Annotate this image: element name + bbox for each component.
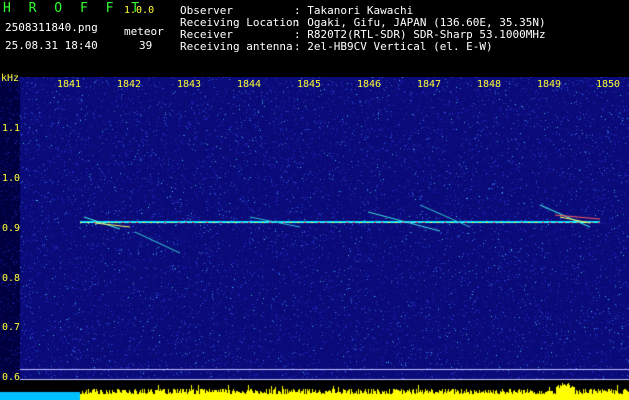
meteor-count: 39 xyxy=(139,39,153,52)
x-tick-1849: 1849 xyxy=(537,79,562,90)
x-tick-1841: 1841 xyxy=(57,79,82,90)
x-tick-1843: 1843 xyxy=(177,79,202,90)
x-tick-1844: 1844 xyxy=(237,79,262,90)
x-tick-1842: 1842 xyxy=(117,79,142,90)
x-tick-1845: 1845 xyxy=(297,79,322,90)
x-tick-1848: 1848 xyxy=(477,79,502,90)
y-unit-label: kHz xyxy=(1,73,20,84)
app-name: H R O F F T xyxy=(3,1,145,16)
y-tick-1-1: 1.1 xyxy=(2,123,21,134)
meteor-label: meteor xyxy=(124,25,164,38)
y-tick-1-0: 1.0 xyxy=(2,173,21,184)
y-tick-0-8: 0.8 xyxy=(2,273,21,284)
antenna-value: : 2el-HB9CV Vertical (el. E-W) xyxy=(294,40,493,53)
x-tick-1846: 1846 xyxy=(357,79,382,90)
y-tick-0-7: 0.7 xyxy=(2,322,21,333)
app-version: 1.0.0 xyxy=(124,5,155,16)
header-panel: H R O F F T 1.0.0 2508311840.png meteor … xyxy=(0,0,629,77)
antenna-label: Receiving antenna xyxy=(180,40,293,53)
x-tick-1847: 1847 xyxy=(417,79,442,90)
datetime: 25.08.31 18:40 xyxy=(5,39,98,52)
x-tick-1850: 1850 xyxy=(596,79,621,90)
spectrogram-canvas xyxy=(0,77,629,400)
y-tick-0-9: 0.9 xyxy=(2,223,21,234)
y-tick-0-6: 0.6 xyxy=(2,372,21,383)
filename: 2508311840.png xyxy=(5,21,98,34)
